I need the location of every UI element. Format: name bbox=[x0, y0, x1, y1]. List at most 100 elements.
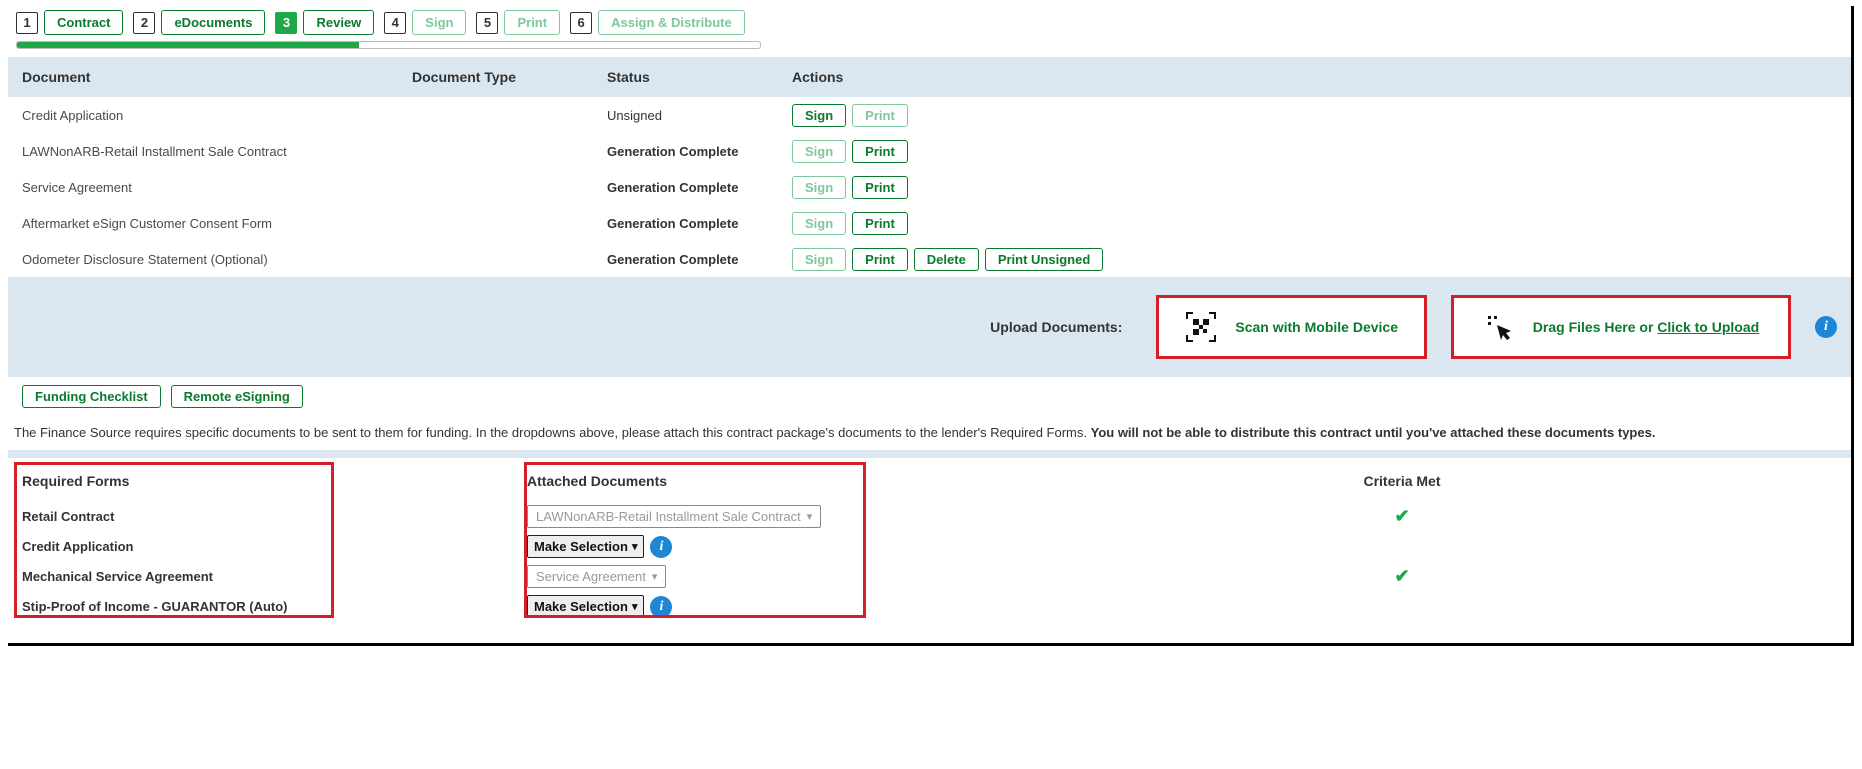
print-button[interactable]: Print bbox=[852, 248, 908, 271]
doc-name: Aftermarket eSign Customer Consent Form bbox=[22, 216, 412, 231]
qr-icon bbox=[1185, 311, 1217, 343]
step-assign-distribute: 6 Assign & Distribute bbox=[570, 10, 745, 35]
table-row: Odometer Disclosure Statement (Optional)… bbox=[22, 241, 1837, 277]
table-row: LAWNonARB-Retail Installment Sale Contra… bbox=[22, 133, 1837, 169]
doc-status: Generation Complete bbox=[607, 216, 792, 231]
doc-actions: Sign Print Delete Print Unsigned bbox=[792, 248, 1837, 271]
req-divider bbox=[8, 450, 1851, 458]
documents-rows: Credit ApplicationUnsignedSignPrintLAWNo… bbox=[8, 97, 1851, 277]
chevron-down-icon: ▾ bbox=[632, 540, 638, 553]
print-button: Print bbox=[852, 104, 908, 127]
step-number: 4 bbox=[384, 12, 406, 34]
print-button[interactable]: Print bbox=[852, 140, 908, 163]
sign-button: Sign bbox=[792, 140, 846, 163]
sign-button[interactable]: Sign bbox=[792, 104, 846, 127]
chevron-down-icon: ▾ bbox=[652, 570, 658, 583]
progress-fill bbox=[17, 42, 359, 48]
delete-button[interactable]: Delete bbox=[914, 248, 979, 271]
step-button-edocuments[interactable]: eDocuments bbox=[161, 10, 265, 35]
print-unsigned-button[interactable]: Print Unsigned bbox=[985, 248, 1103, 271]
required-form-name: Mechanical Service Agreement bbox=[22, 562, 527, 592]
upload-label: Upload Documents: bbox=[990, 319, 1122, 335]
attached-doc-select[interactable]: Make Selection▾ bbox=[527, 595, 644, 618]
documents-table-header: Document Document Type Status Actions bbox=[8, 57, 1851, 97]
step-button-review[interactable]: Review bbox=[303, 10, 374, 35]
table-row: Service Agreement Generation CompleteSign… bbox=[22, 169, 1837, 205]
scan-mobile-box[interactable]: Scan with Mobile Device bbox=[1156, 295, 1427, 359]
info-icon[interactable]: i bbox=[650, 536, 672, 558]
doc-actions: Sign Print bbox=[792, 104, 1837, 127]
chevron-down-icon: ▾ bbox=[807, 510, 813, 523]
attached-doc-select[interactable]: LAWNonARB-Retail Installment Sale Contra… bbox=[527, 505, 821, 528]
table-row: Aftermarket eSign Customer Consent Form G… bbox=[22, 205, 1837, 241]
remote-esigning-button[interactable]: Remote eSigning bbox=[171, 385, 303, 408]
step-button-sign: Sign bbox=[412, 10, 466, 35]
attached-doc-cell: Service Agreement▾ bbox=[527, 562, 967, 592]
check-icon: ✔ bbox=[1394, 566, 1409, 587]
doc-name: Odometer Disclosure Statement (Optional) bbox=[22, 252, 412, 267]
table-row: Credit Application UnsignedSign Print bbox=[22, 97, 1837, 133]
col-status: Status bbox=[607, 69, 792, 85]
step-contract: 1 Contract bbox=[16, 10, 123, 35]
criteria-met-cell: ✔ bbox=[967, 562, 1837, 592]
doc-name: LAWNonARB-Retail Installment Sale Contra… bbox=[22, 144, 412, 159]
step-number: 2 bbox=[133, 12, 155, 34]
info-icon[interactable]: i bbox=[650, 596, 672, 618]
wizard-steps: 1 Contract 2 eDocuments 3 Review 4 Sign 5 Print 6A… bbox=[8, 6, 1851, 41]
criteria-met-cell bbox=[967, 592, 1837, 622]
req-col-criteria: Criteria Met bbox=[1363, 473, 1440, 489]
scan-mobile-label: Scan with Mobile Device bbox=[1235, 319, 1398, 335]
criteria-met-cell bbox=[967, 532, 1837, 562]
doc-name: Credit Application bbox=[22, 108, 412, 123]
below-buttons: Funding Checklist Remote eSigning bbox=[8, 377, 1851, 416]
drag-upload-label: Drag Files Here or Click to Upload bbox=[1533, 319, 1759, 335]
attached-doc-cell: Make Selection▾ i bbox=[527, 592, 967, 622]
step-button-contract[interactable]: Contract bbox=[44, 10, 123, 35]
check-icon: ✔ bbox=[1394, 506, 1409, 527]
print-button[interactable]: Print bbox=[852, 176, 908, 199]
sign-button: Sign bbox=[792, 212, 846, 235]
step-edocuments: 2 eDocuments bbox=[133, 10, 265, 35]
sign-button: Sign bbox=[792, 248, 846, 271]
print-button[interactable]: Print bbox=[852, 212, 908, 235]
info-icon[interactable]: i bbox=[1815, 316, 1837, 338]
drag-upload-box[interactable]: Drag Files Here or Click to Upload bbox=[1451, 295, 1791, 359]
doc-actions: Sign Print bbox=[792, 212, 1837, 235]
required-form-name: Credit Application bbox=[22, 532, 527, 562]
step-number: 5 bbox=[476, 12, 498, 34]
upload-icon bbox=[1483, 311, 1515, 343]
doc-status: Generation Complete bbox=[607, 180, 792, 195]
step-print: 5 Print bbox=[476, 10, 560, 35]
col-actions: Actions bbox=[792, 69, 1837, 85]
required-form-name: Retail Contract bbox=[22, 502, 527, 532]
progress-bar bbox=[16, 41, 761, 49]
sign-button: Sign bbox=[792, 176, 846, 199]
doc-status: Unsigned bbox=[607, 108, 792, 123]
step-review: 3 Review bbox=[275, 10, 374, 35]
doc-actions: Sign Print bbox=[792, 140, 1837, 163]
criteria-met-cell: ✔ bbox=[967, 502, 1837, 532]
required-forms-table: Required Forms Attached Documents Criter… bbox=[8, 458, 1851, 628]
step-number: 6 bbox=[570, 12, 592, 34]
req-col-forms: Required Forms bbox=[22, 473, 129, 489]
req-col-attached: Attached Documents bbox=[527, 473, 667, 489]
instructions-text: The Finance Source requires specific doc… bbox=[8, 416, 1851, 450]
attached-doc-cell: LAWNonARB-Retail Installment Sale Contra… bbox=[527, 502, 967, 532]
attached-doc-select[interactable]: Make Selection▾ bbox=[527, 535, 644, 558]
step-button-print: Print bbox=[504, 10, 560, 35]
doc-status: Generation Complete bbox=[607, 144, 792, 159]
upload-strip: Upload Documents: Scan with Mobile Devic… bbox=[8, 277, 1851, 377]
funding-checklist-button[interactable]: Funding Checklist bbox=[22, 385, 161, 408]
step-number: 1 bbox=[16, 12, 38, 34]
attached-doc-cell: Make Selection▾ i bbox=[527, 532, 967, 562]
attached-doc-select[interactable]: Service Agreement▾ bbox=[527, 565, 666, 588]
doc-status: Generation Complete bbox=[607, 252, 792, 267]
doc-actions: Sign Print bbox=[792, 176, 1837, 199]
chevron-down-icon: ▾ bbox=[632, 600, 638, 613]
step-button-assign-distribute: Assign & Distribute bbox=[598, 10, 745, 35]
required-form-name: Stip-Proof of Income - GUARANTOR (Auto) bbox=[22, 592, 527, 622]
col-type: Document Type bbox=[412, 69, 607, 85]
doc-name: Service Agreement bbox=[22, 180, 412, 195]
step-number: 3 bbox=[275, 12, 297, 34]
col-document: Document bbox=[22, 69, 412, 85]
